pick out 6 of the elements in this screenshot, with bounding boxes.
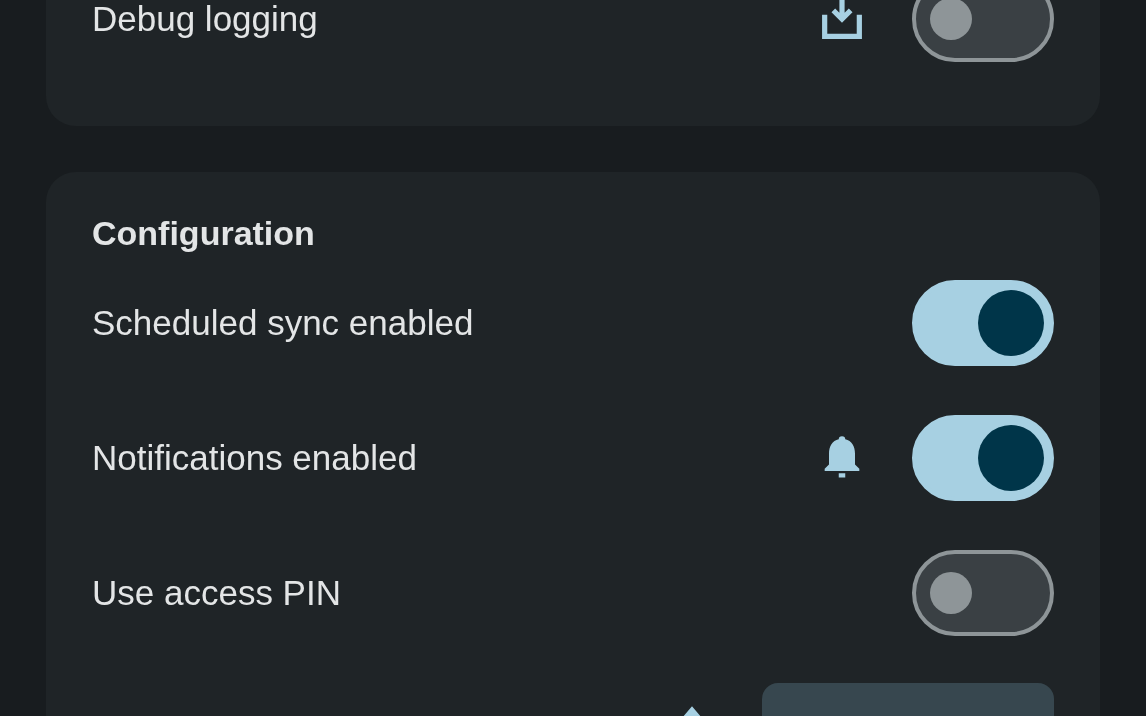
setting-label: Scheduled sync enabled	[92, 302, 475, 343]
setting-label: Debug logging	[92, 0, 319, 39]
setting-label: Use access PIN	[92, 572, 342, 613]
setting-label: Notifications enabled	[92, 437, 418, 478]
section-title: Configuration	[92, 214, 316, 253]
toggle-switch[interactable]	[912, 0, 1054, 62]
